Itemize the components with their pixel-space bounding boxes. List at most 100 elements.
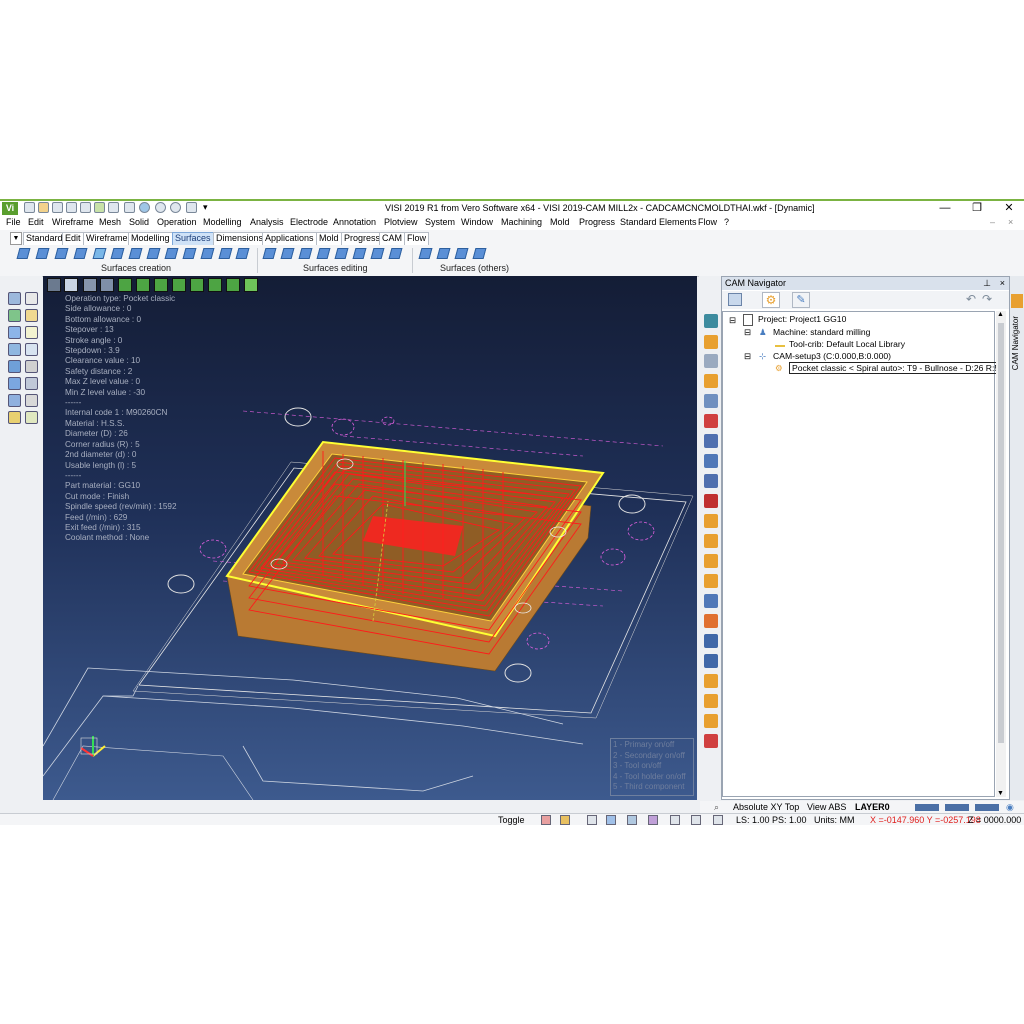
rotate-view-icon[interactable] (670, 815, 680, 825)
plane-surface-icon[interactable] (235, 248, 250, 259)
tree-scrollbar[interactable]: ▲ ▼ (996, 311, 1006, 797)
cam-navigator-dock-tab[interactable]: CAM Navigator (1011, 316, 1023, 370)
minimize-button[interactable]: — (930, 201, 960, 216)
legend-item[interactable]: 1 - Primary on/off (613, 740, 691, 751)
attributes-icon[interactable] (8, 411, 21, 424)
link-icon[interactable] (704, 694, 718, 708)
menu-standard-elements[interactable]: Standard Elements (620, 217, 697, 227)
menu-operation[interactable]: Operation (157, 217, 197, 227)
menu-solid[interactable]: Solid (129, 217, 149, 227)
copy-entity-icon[interactable] (25, 343, 38, 356)
new-file-icon[interactable] (24, 202, 35, 213)
ruled-surface-icon[interactable] (16, 248, 31, 259)
revolve-surface-icon[interactable] (73, 248, 88, 259)
menu-edit[interactable]: Edit (28, 217, 44, 227)
car-icon[interactable] (627, 815, 637, 825)
loft-surface-icon[interactable] (35, 248, 50, 259)
machining-gear-icon[interactable] (704, 374, 718, 388)
mdi-close-icon[interactable]: × (1008, 217, 1013, 227)
fill-surface-icon[interactable] (128, 248, 143, 259)
box-icon[interactable] (648, 815, 658, 825)
menu-mold[interactable]: Mold (550, 217, 570, 227)
analysis-icon[interactable] (704, 414, 718, 428)
print-icon[interactable] (124, 202, 135, 213)
info-icon[interactable] (8, 394, 21, 407)
fillet-surface-icon[interactable] (218, 248, 233, 259)
surface-normals-icon[interactable] (436, 248, 451, 259)
flask-icon[interactable] (704, 614, 718, 628)
globe-icon[interactable]: ◉ (1006, 802, 1014, 813)
surface-isolines-icon[interactable] (472, 248, 487, 259)
menu-plotview[interactable]: Plotview (384, 217, 418, 227)
undo-entity-icon[interactable] (25, 394, 38, 407)
tree-expander-icon[interactable]: ⊟ (744, 351, 751, 362)
array-icon[interactable] (8, 343, 21, 356)
menu-flow[interactable]: Flow (698, 217, 717, 227)
offset-surface-icon[interactable] (146, 248, 161, 259)
redo-icon[interactable] (170, 202, 181, 213)
menu-machining[interactable]: Machining (501, 217, 542, 227)
legend-item[interactable]: 5 - Third component (613, 782, 691, 793)
undo-arrow-icon[interactable]: ↶ (966, 292, 976, 306)
view-abs[interactable]: View ABS (807, 802, 846, 812)
split-surface-icon[interactable] (298, 248, 313, 259)
colour-icon[interactable] (25, 411, 38, 424)
tools-wrench-icon[interactable]: ✎ (792, 292, 810, 308)
legend-item[interactable]: 3 - Tool on/off (613, 761, 691, 772)
machine-icon[interactable] (704, 634, 718, 648)
net-surface-icon[interactable] (110, 248, 125, 259)
verify-icon[interactable] (704, 454, 718, 468)
toolpath-gear-icon[interactable] (704, 574, 718, 588)
tab-modelling[interactable]: Modelling (128, 232, 173, 246)
pin-icon[interactable]: ⊥ (983, 277, 991, 290)
tab-standard[interactable]: Standard (23, 232, 66, 246)
mdi-minimize-icon[interactable]: – (990, 217, 995, 227)
menu-file[interactable]: File (6, 217, 21, 227)
save-icon[interactable] (52, 202, 63, 213)
tree-expander-icon[interactable]: ⊟ (729, 315, 736, 326)
draft-surface-icon[interactable] (200, 248, 215, 259)
layer-name[interactable]: LAYER0 (855, 802, 890, 812)
3d-viewport[interactable]: Operation type: Pocket classic Side allo… (43, 276, 697, 800)
ortho-icon[interactable] (587, 815, 597, 825)
help-icon[interactable] (606, 815, 616, 825)
save-as-icon[interactable] (66, 202, 77, 213)
untrim-surface-icon[interactable] (334, 248, 349, 259)
cube-view-icon[interactable] (728, 293, 742, 306)
coons-surface-icon[interactable] (92, 248, 107, 259)
tree-expander-icon[interactable]: ⊟ (744, 327, 751, 338)
scroll-up-icon[interactable]: ▲ (997, 311, 1004, 318)
join-surface-icon[interactable] (316, 248, 331, 259)
menu-progress[interactable]: Progress (579, 217, 615, 227)
surface-curvature-icon[interactable] (454, 248, 469, 259)
tool-icon[interactable] (704, 354, 718, 368)
tree-machine[interactable]: Machine: standard milling (773, 327, 870, 337)
menu-wireframe[interactable]: Wireframe (52, 217, 94, 227)
close-button[interactable]: ✕ (994, 201, 1024, 216)
simulate-icon[interactable] (704, 394, 718, 408)
quick-access-dropdown-icon[interactable]: ▾ (203, 202, 208, 213)
tab-cam[interactable]: CAM (379, 232, 405, 246)
settings-icon[interactable] (186, 202, 197, 213)
measure-icon[interactable] (8, 377, 21, 390)
preview-icon[interactable] (139, 202, 150, 213)
postprocess-icon[interactable] (704, 474, 718, 488)
menu-system[interactable]: System (425, 217, 455, 227)
view-mode[interactable]: Absolute XY Top (733, 802, 799, 812)
check-icon[interactable] (25, 326, 38, 339)
tree-operation-selected[interactable]: Pocket classic < Spiral auto>: T9 - Bull… (789, 362, 1003, 374)
tab-wireframe[interactable]: Wireframe (83, 232, 131, 246)
search-icon[interactable]: ⌕ (714, 802, 719, 813)
menu-help[interactable]: ? (724, 217, 729, 227)
scroll-down-icon[interactable]: ▼ (997, 790, 1004, 797)
tab-surfaces[interactable]: Surfaces (172, 232, 214, 246)
tab-progress[interactable]: Progress (341, 232, 384, 246)
rotate-icon[interactable] (25, 309, 38, 322)
cam-explorer-icon[interactable] (704, 314, 718, 328)
cross-select-icon[interactable] (25, 292, 38, 305)
tab-applications[interactable]: Applications (262, 232, 317, 246)
tab-flow[interactable]: Flow (404, 232, 430, 246)
move-icon[interactable] (8, 309, 21, 322)
menu-modelling[interactable]: Modelling (203, 217, 242, 227)
process-gear-icon[interactable] (704, 554, 718, 568)
